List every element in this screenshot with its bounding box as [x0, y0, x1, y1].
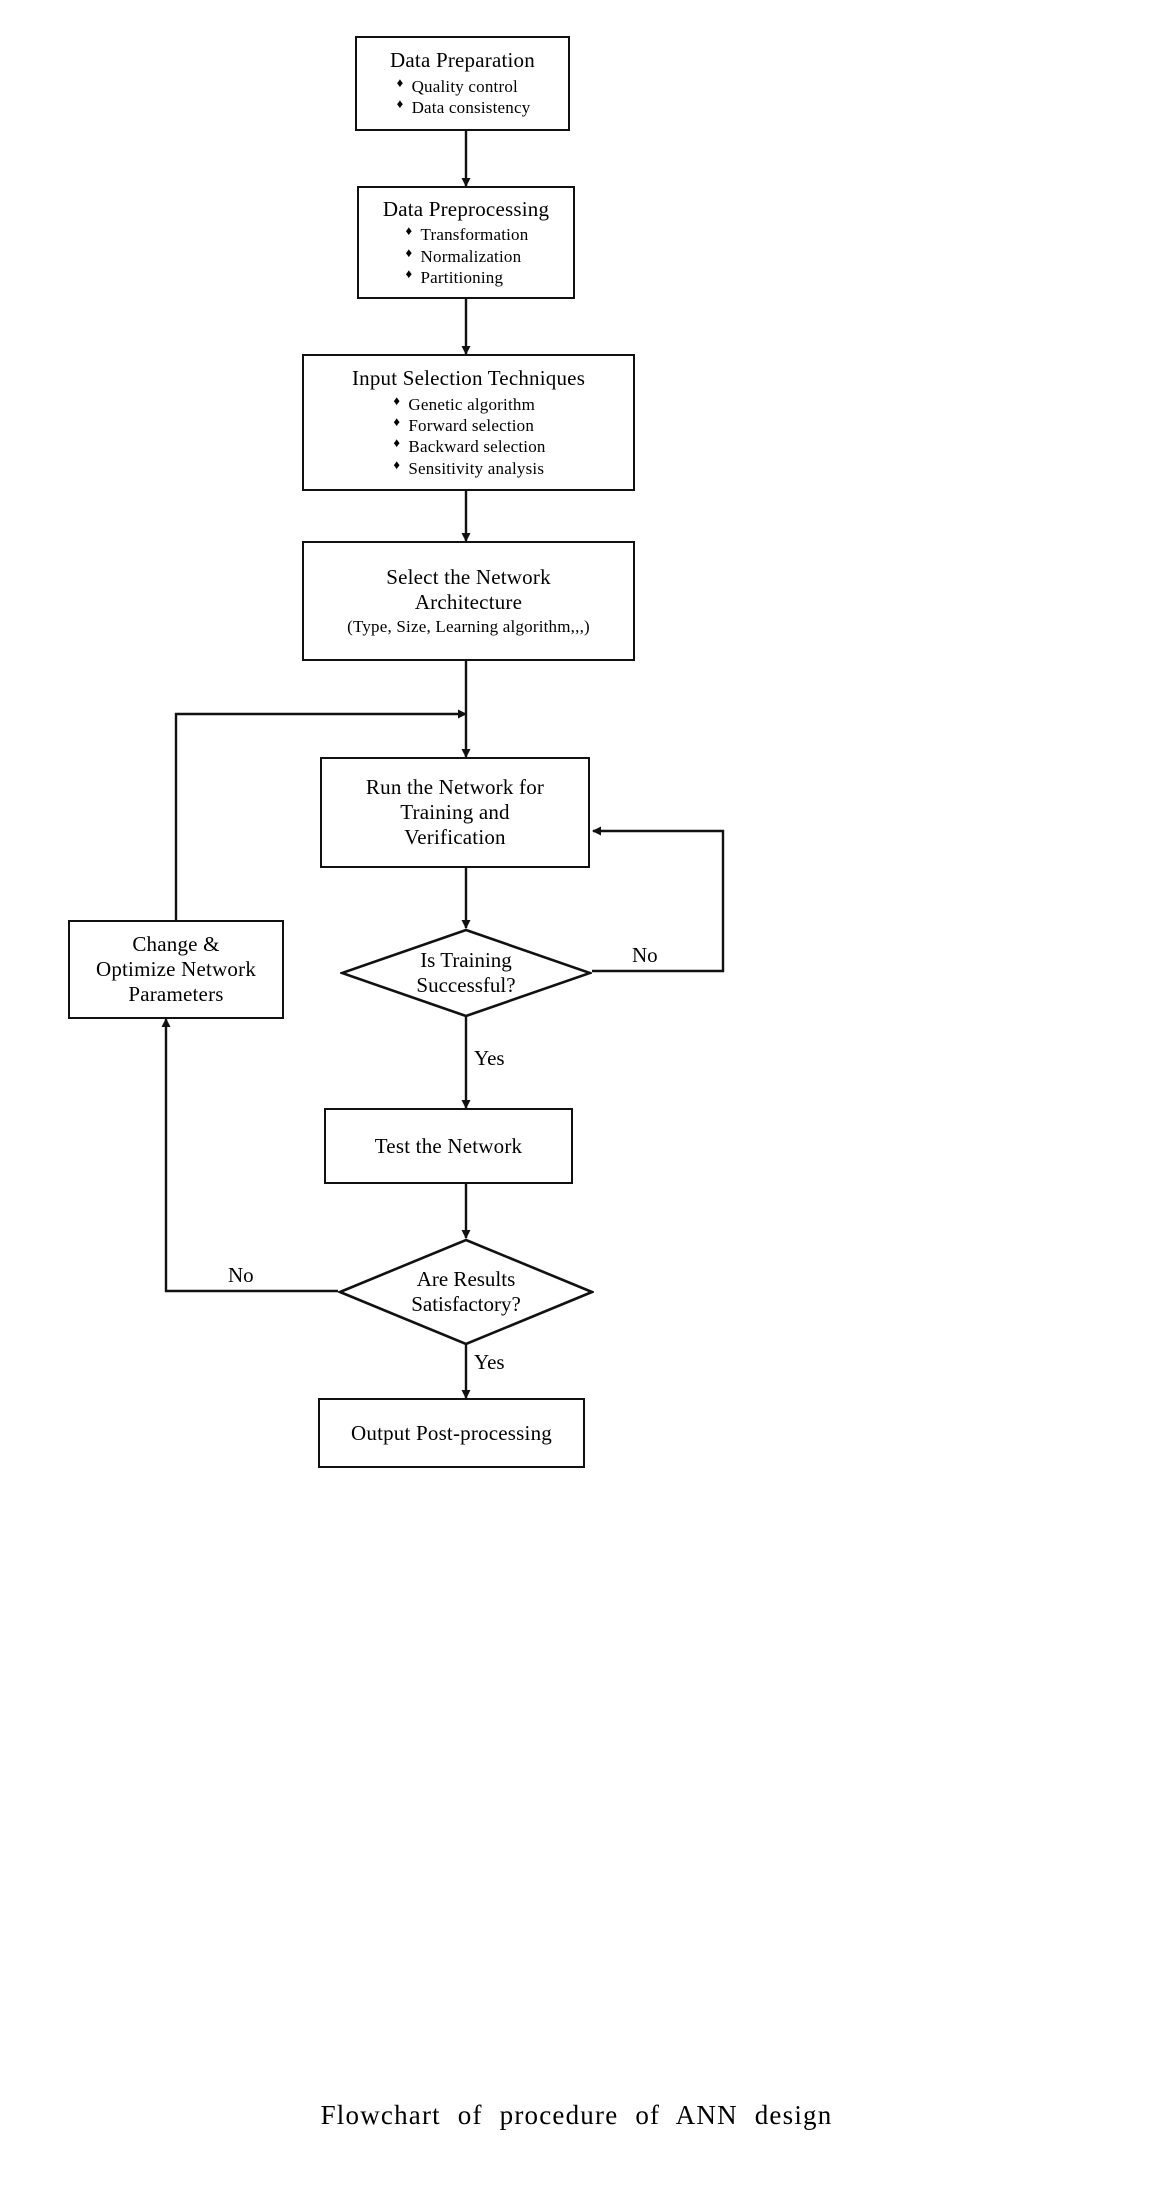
list-item: Genetic algorithm	[391, 393, 545, 415]
list-item: Normalization	[404, 245, 529, 267]
list-item: Data consistency	[395, 96, 531, 118]
node-bullet-list: Quality control Data consistency	[395, 75, 531, 119]
node-select-network-architecture: Select the Network Architecture (Type, S…	[302, 541, 635, 661]
decision-label: Is Training Successful?	[416, 947, 516, 997]
figure-caption: Flowchart of procedure of ANN design	[320, 2100, 833, 2130]
edge-label-training-yes: Yes	[474, 1046, 505, 1070]
list-item: Partitioning	[404, 266, 529, 288]
edge-label-training-no: No	[632, 943, 658, 967]
node-input-selection-techniques: Input Selection Techniques Genetic algor…	[302, 354, 635, 491]
list-item: Sensitivity analysis	[391, 457, 545, 479]
edge-results-no-loop	[161, 1018, 338, 1293]
decision-is-training-successful: Is Training Successful?	[340, 928, 592, 1018]
list-item: Transformation	[404, 223, 529, 245]
node-title: Input Selection Techniques	[351, 365, 586, 390]
node-data-preparation: Data Preparation Quality control Data co…	[355, 36, 570, 131]
node-run-the-network: Run the Network for Training and Verific…	[320, 757, 590, 868]
decision-label: Are Results Satisfactory?	[411, 1266, 521, 1316]
node-title: Run the Network for Training and Verific…	[365, 775, 545, 849]
list-item: Quality control	[395, 75, 531, 97]
node-title: Test the Network	[374, 1133, 523, 1158]
flowchart-canvas: right, up, back into Run the Network -->…	[0, 0, 1153, 2208]
node-output-post-processing: Output Post-processing	[318, 1398, 585, 1468]
list-item: Forward selection	[391, 414, 545, 436]
connector-layer: right, up, back into Run the Network -->…	[161, 131, 725, 1399]
node-subtitle: (Type, Size, Learning algorithm,,,)	[347, 616, 590, 636]
node-title: Data Preprocessing	[382, 196, 550, 221]
node-title: Select the Network Architecture	[386, 565, 551, 614]
edge-label-results-no: No	[228, 1263, 254, 1287]
node-change-optimize-parameters: Change & Optimize Network Parameters	[68, 920, 284, 1019]
node-bullet-list: Genetic algorithm Forward selection Back…	[391, 393, 545, 480]
list-item: Backward selection	[391, 435, 545, 457]
edge-label-results-yes: Yes	[474, 1350, 505, 1374]
node-title: Data Preparation	[390, 48, 535, 73]
decision-are-results-satisfactory: Are Results Satisfactory?	[338, 1238, 594, 1346]
node-title: Output Post-processing	[351, 1420, 552, 1445]
node-data-preprocessing: Data Preprocessing Transformation Normal…	[357, 186, 575, 299]
node-test-the-network: Test the Network	[324, 1108, 573, 1184]
node-title: Change & Optimize Network Parameters	[95, 932, 257, 1006]
node-bullet-list: Transformation Normalization Partitionin…	[404, 223, 529, 288]
